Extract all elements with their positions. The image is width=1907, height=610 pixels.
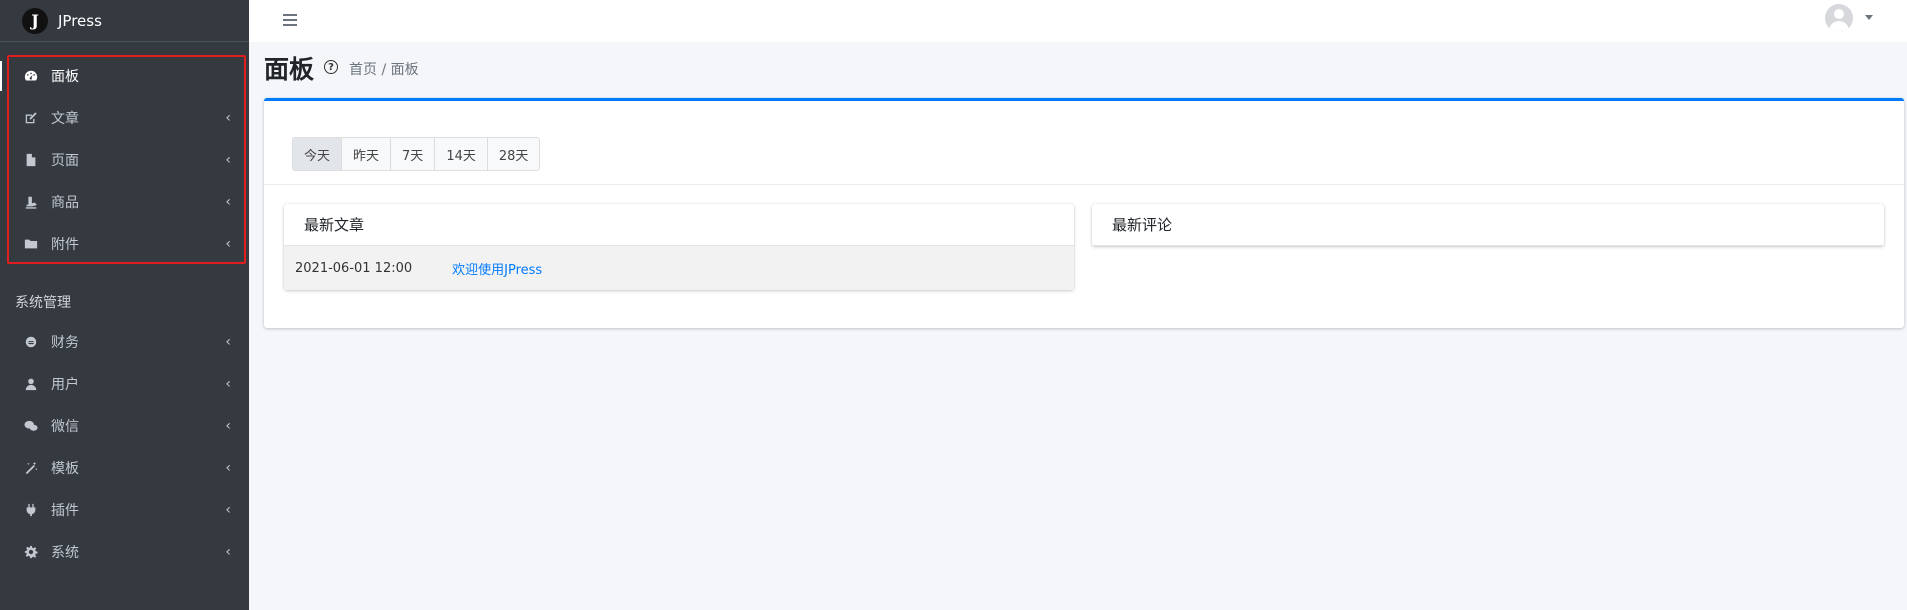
latest-comments-title: 最新评论	[1092, 204, 1884, 246]
sidebar-item-label: 附件	[51, 237, 79, 253]
sidebar-item-label: 系统	[51, 545, 79, 561]
dashboard-card: 今天 昨天 7天 14天 28天 最新文章 2021-06-01 12:00 欢…	[264, 98, 1904, 328]
table-row: 2021-06-01 12:00 欢迎使用JPress	[284, 246, 1074, 290]
date-range-filter: 今天 昨天 7天 14天 28天	[292, 137, 541, 171]
latest-articles-card: 最新文章 2021-06-01 12:00 欢迎使用JPress	[284, 204, 1074, 290]
sidebar-item-products[interactable]: 商品 ‹	[0, 181, 249, 223]
user-icon	[23, 376, 39, 392]
brand-logo: J	[22, 7, 48, 34]
dashboard-icon	[23, 68, 39, 84]
brand[interactable]: J JPress	[0, 0, 249, 42]
sidebar-item-label: 微信	[51, 419, 79, 435]
latest-comments-card: 最新评论	[1092, 204, 1884, 246]
folder-icon	[23, 236, 39, 252]
divider	[264, 184, 1904, 185]
chevron-left-icon: ‹	[225, 418, 231, 434]
caret-down-icon[interactable]	[1865, 15, 1873, 20]
chevron-left-icon: ‹	[225, 236, 231, 252]
breadcrumb-current: 面板	[390, 62, 419, 78]
chevron-left-icon: ‹	[225, 194, 231, 210]
sidebar-item-attachments[interactable]: 附件 ‹	[0, 223, 249, 265]
sidebar-item-dashboard[interactable]: 面板	[0, 55, 249, 97]
chevron-left-icon: ‹	[225, 502, 231, 518]
template-icon	[23, 460, 39, 476]
sidebar-item-system[interactable]: 系统 ‹	[0, 531, 249, 573]
wechat-icon	[23, 418, 39, 434]
user-avatar[interactable]	[1825, 4, 1853, 32]
article-date: 2021-06-01 12:00	[295, 260, 413, 276]
sidebar-item-templates[interactable]: 模板 ‹	[0, 447, 249, 489]
top-navbar	[249, 0, 1907, 42]
sidebar-item-label: 文章	[51, 111, 79, 127]
chevron-left-icon: ‹	[225, 110, 231, 126]
filter-today-button[interactable]: 今天	[293, 138, 343, 170]
chevron-left-icon: ‹	[225, 152, 231, 168]
sidebar-item-label: 用户	[51, 377, 79, 393]
menu-toggle-icon[interactable]	[283, 14, 297, 26]
article-title-link[interactable]: 欢迎使用JPress	[452, 259, 542, 278]
sidebar-item-label: 面板	[51, 69, 79, 85]
filter-28days-button[interactable]: 28天	[487, 138, 540, 170]
section-header-system-management: 系统管理	[15, 295, 71, 311]
sidebar-item-label: 插件	[51, 503, 79, 519]
file-icon	[23, 152, 39, 168]
filter-yesterday-button[interactable]: 昨天	[342, 138, 392, 170]
sidebar-item-label: 财务	[51, 335, 79, 351]
filter-7days-button[interactable]: 7天	[391, 138, 436, 170]
filter-14days-button[interactable]: 14天	[435, 138, 488, 170]
page-title: 面板	[264, 55, 315, 84]
breadcrumb: 首页 / 面板	[349, 59, 419, 79]
gear-icon	[23, 544, 39, 560]
sidebar-item-pages[interactable]: 页面 ‹	[0, 139, 249, 181]
sidebar-item-finance[interactable]: 财务 ‹	[0, 321, 249, 363]
breadcrumb-home-link[interactable]: 首页	[349, 62, 377, 78]
chevron-left-icon: ‹	[225, 544, 231, 560]
brand-name: JPress	[58, 11, 102, 30]
sidebar-item-label: 模板	[51, 461, 79, 477]
sidebar-item-label: 页面	[51, 153, 79, 169]
sidebar-item-articles[interactable]: 文章 ‹	[0, 97, 249, 139]
product-icon	[23, 194, 39, 210]
sidebar-item-users[interactable]: 用户 ‹	[0, 363, 249, 405]
edit-icon	[23, 110, 39, 126]
chevron-left-icon: ‹	[225, 334, 231, 350]
finance-icon	[23, 334, 39, 350]
sidebar-item-plugins[interactable]: 插件 ‹	[0, 489, 249, 531]
breadcrumb-separator: /	[377, 62, 391, 78]
chevron-left-icon: ‹	[225, 376, 231, 392]
sidebar-item-wechat[interactable]: 微信 ‹	[0, 405, 249, 447]
sidebar-main-nav: 面板 文章 ‹ 页面 ‹ 商品 ‹ 附件 ‹	[0, 55, 249, 265]
plugin-icon	[23, 502, 39, 518]
chevron-left-icon: ‹	[225, 460, 231, 476]
sidebar: J JPress 面板 文章 ‹ 页面 ‹ 商品 ‹ 附件 ‹ 系统管理 财务 …	[0, 0, 249, 610]
help-icon[interactable]: ?	[324, 60, 338, 74]
sidebar-system-nav: 财务 ‹ 用户 ‹ 微信 ‹ 模板 ‹ 插件 ‹ 系统 ‹	[0, 321, 249, 573]
latest-articles-title: 最新文章	[284, 204, 1074, 246]
sidebar-item-label: 商品	[51, 195, 79, 211]
